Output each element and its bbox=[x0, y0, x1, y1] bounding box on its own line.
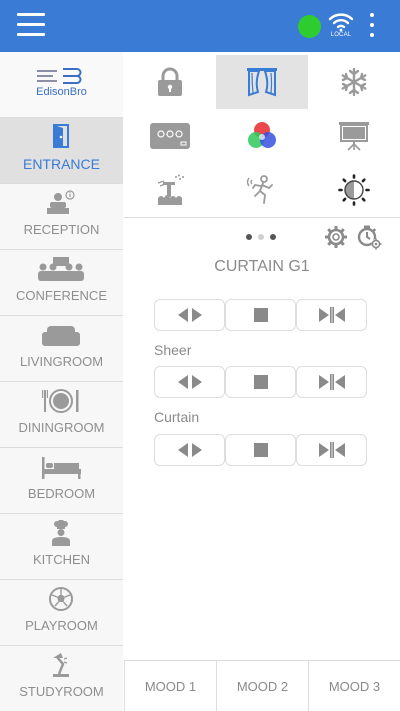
stop-icon bbox=[253, 308, 268, 322]
curtain-g1-open-button[interactable] bbox=[154, 299, 225, 331]
group-label-curtain: Curtain bbox=[154, 409, 200, 425]
menu-icon[interactable] bbox=[17, 13, 45, 37]
page-dot bbox=[246, 234, 252, 240]
gear-icon bbox=[325, 226, 347, 248]
more-vertical-icon[interactable] bbox=[366, 13, 378, 39]
sidebar-item-label: LIVINGROOM bbox=[19, 354, 104, 369]
category-lock[interactable] bbox=[124, 55, 216, 109]
sidebar-item-label: PLAYROOM bbox=[25, 618, 98, 633]
wifi-icon bbox=[328, 13, 354, 32]
open-icon bbox=[177, 443, 202, 457]
category-rgb-lighting[interactable] bbox=[216, 109, 308, 163]
close-icon bbox=[318, 442, 345, 458]
timer-gear-icon bbox=[357, 225, 382, 250]
sidebar-item-diningroom[interactable]: DININGROOM bbox=[0, 382, 123, 448]
chef-icon bbox=[52, 520, 70, 546]
sofa-icon bbox=[42, 326, 80, 346]
curtain-close-button[interactable] bbox=[296, 434, 367, 466]
mood-1-button[interactable]: MOOD 1 bbox=[124, 660, 216, 711]
device-category-grid bbox=[124, 52, 400, 218]
sidebar-item-label: BEDROOM bbox=[27, 486, 96, 501]
curtain-open-button[interactable] bbox=[154, 434, 225, 466]
category-motion-sensor[interactable] bbox=[216, 163, 308, 217]
curtain-g1-stop-button[interactable] bbox=[225, 299, 296, 331]
sheer-close-button[interactable] bbox=[296, 366, 367, 398]
page-dot bbox=[270, 234, 276, 240]
open-icon bbox=[177, 308, 202, 322]
sidebar-item-livingroom[interactable]: LIVINGROOM bbox=[0, 316, 123, 382]
group-label-sheer: Sheer bbox=[154, 342, 192, 358]
settings-button[interactable] bbox=[324, 225, 348, 249]
door-icon bbox=[53, 124, 69, 148]
category-irrigation[interactable] bbox=[124, 163, 216, 217]
timer-settings-button[interactable] bbox=[356, 224, 382, 250]
sidebar-item-studyroom[interactable]: STUDYROOM bbox=[0, 646, 123, 711]
connection-label: LOCAL bbox=[330, 32, 352, 38]
dining-icon bbox=[42, 389, 79, 413]
mood-3-button[interactable]: MOOD 3 bbox=[308, 660, 400, 711]
connection-mode[interactable]: LOCAL bbox=[327, 12, 355, 42]
projector-screen-icon bbox=[339, 122, 369, 151]
open-icon bbox=[177, 375, 202, 389]
category-air-conditioning[interactable] bbox=[308, 55, 400, 109]
mood-2-button[interactable]: MOOD 2 bbox=[216, 660, 308, 711]
bed-icon bbox=[42, 457, 81, 479]
rgb-light-icon bbox=[248, 122, 276, 148]
sidebar-item-bedroom[interactable]: BEDROOM bbox=[0, 448, 123, 514]
category-curtain[interactable] bbox=[216, 55, 308, 109]
sidebar-item-label: STUDYROOM bbox=[19, 684, 104, 699]
sidebar-item-label: ENTRANCE bbox=[22, 156, 100, 172]
snowflake-icon bbox=[341, 67, 367, 97]
conference-icon bbox=[38, 257, 84, 281]
sidebar-item-label: DININGROOM bbox=[18, 420, 105, 435]
remote-icon bbox=[150, 123, 190, 149]
sidebar-item-entrance[interactable]: ENTRANCE bbox=[0, 118, 123, 184]
curtain-g1-close-button[interactable] bbox=[296, 299, 367, 331]
sidebar-item-label: CONFERENCE bbox=[15, 288, 107, 303]
connection-status-indicator bbox=[298, 15, 321, 38]
sidebar-item-label: KITCHEN bbox=[32, 552, 91, 567]
close-icon bbox=[318, 307, 345, 323]
sidebar-item-reception[interactable]: RECEPTION bbox=[0, 184, 123, 250]
ball-icon bbox=[49, 587, 73, 611]
reception-icon bbox=[47, 190, 75, 214]
sheer-open-button[interactable] bbox=[154, 366, 225, 398]
dimmer-icon bbox=[338, 174, 370, 206]
device-title: CURTAIN G1 bbox=[214, 258, 310, 275]
room-sidebar: EdisonBro ENTRANCE RECEPTION CONFERENCE … bbox=[0, 52, 123, 711]
lock-icon bbox=[158, 67, 182, 96]
sidebar-item-label: RECEPTION bbox=[23, 222, 100, 237]
category-dimmer[interactable] bbox=[308, 163, 400, 217]
brand-name: EdisonBro bbox=[36, 86, 87, 98]
sidebar-item-kitchen[interactable]: KITCHEN bbox=[0, 514, 123, 580]
page-dot-current bbox=[258, 234, 264, 240]
sheer-stop-button[interactable] bbox=[225, 366, 296, 398]
stop-icon bbox=[253, 375, 268, 389]
category-remote[interactable] bbox=[124, 109, 216, 163]
category-projector-screen[interactable] bbox=[308, 109, 400, 163]
curtain-icon bbox=[247, 68, 277, 97]
top-bar: LOCAL bbox=[0, 0, 400, 52]
motion-sensor-icon bbox=[246, 175, 273, 204]
sidebar-item-playroom[interactable]: PLAYROOM bbox=[0, 580, 123, 646]
stop-icon bbox=[253, 443, 268, 457]
sprinkler-icon bbox=[157, 174, 184, 205]
brand-logo: EdisonBro bbox=[0, 52, 123, 118]
edisonbro-logo-icon bbox=[37, 68, 82, 84]
sidebar-item-conference[interactable]: CONFERENCE bbox=[0, 250, 123, 316]
curtain-stop-button[interactable] bbox=[225, 434, 296, 466]
desk-lamp-icon bbox=[53, 653, 69, 677]
page-indicator[interactable] bbox=[246, 234, 282, 242]
close-icon bbox=[318, 374, 345, 390]
